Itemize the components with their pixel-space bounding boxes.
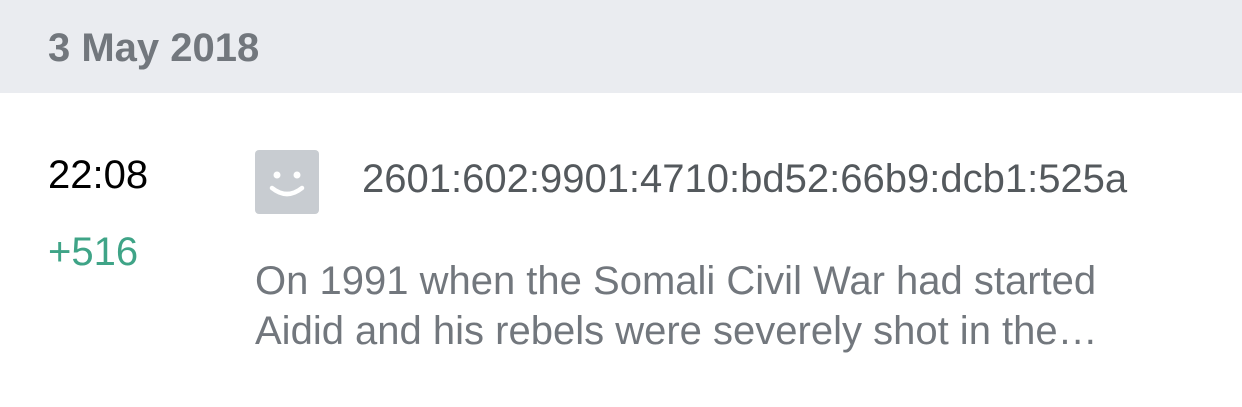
user-ip-address[interactable]: 2601:602:9901:4710:bd52:66b9:dcb1:525a xyxy=(362,155,1127,203)
anonymous-user-face-icon xyxy=(255,150,319,214)
edit-time: 22:08 xyxy=(48,153,149,197)
date-section-header: 3 May 2018 xyxy=(0,0,1242,93)
edit-summary: On 1991 when the Somali Civil War had st… xyxy=(255,256,1205,356)
date-heading: 3 May 2018 xyxy=(48,26,260,70)
edit-summary-line: On 1991 when the Somali Civil War had st… xyxy=(255,259,1097,303)
edit-summary-line: Aidid and his rebels were severely shot … xyxy=(255,309,1098,353)
diff-size: +516 xyxy=(48,230,139,274)
contribution-list-item[interactable]: 22:08 +516 2601:602:9901:4710:bd52:66b9:… xyxy=(0,93,1242,407)
